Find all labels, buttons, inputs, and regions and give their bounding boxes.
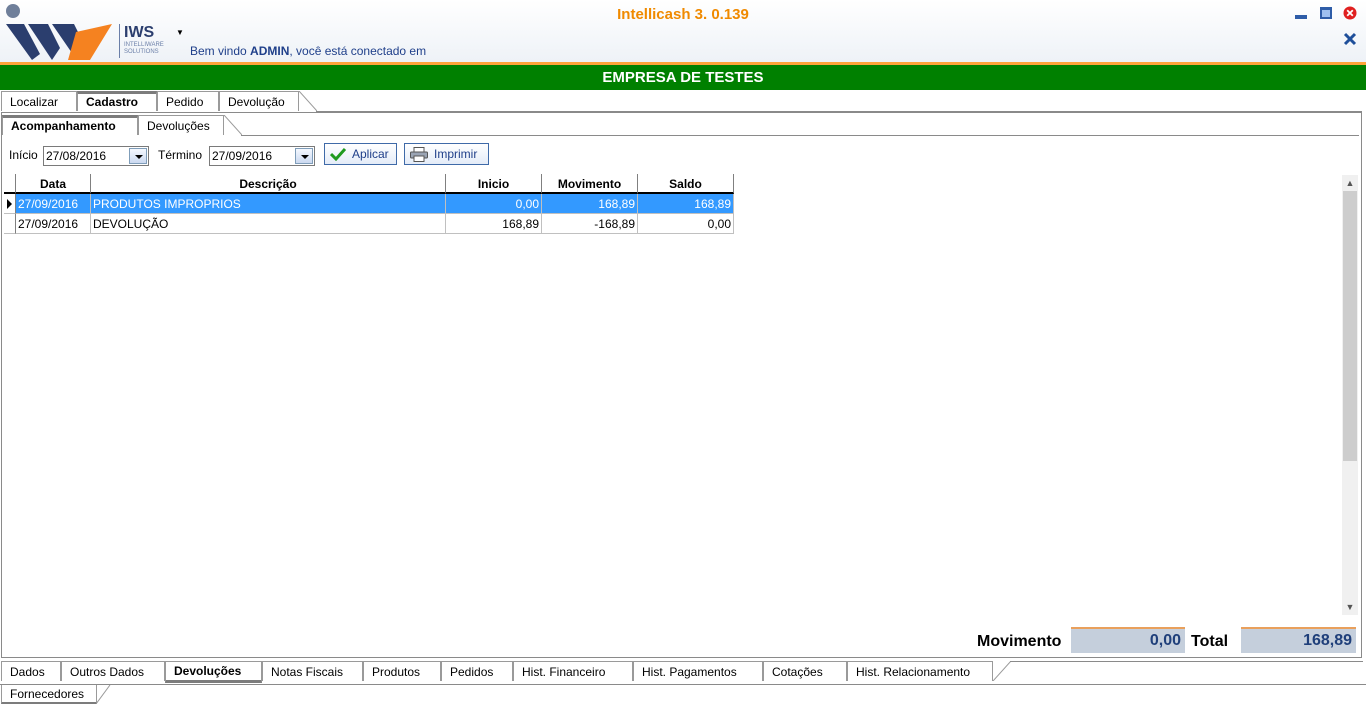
vertical-scrollbar[interactable]: ▲ ▼ <box>1342 175 1358 615</box>
cell-movimento[interactable]: -168,89 <box>542 214 638 234</box>
cell-data[interactable]: 27/09/2016 <box>16 214 91 234</box>
tab-baseline <box>1010 661 1363 662</box>
grid-header-inicio[interactable]: Inicio <box>446 174 542 194</box>
tab-localizar[interactable]: Localizar <box>1 91 77 111</box>
print-button[interactable]: Imprimir <box>404 143 489 165</box>
grid-header-indicator <box>4 174 16 194</box>
inicio-date-field[interactable]: 27/08/2016 <box>43 146 149 166</box>
chevron-down-icon[interactable]: ▼ <box>176 28 184 37</box>
tab-slant <box>224 115 242 135</box>
tab-notas-fiscais[interactable]: Notas Fiscais <box>262 661 363 681</box>
tab-devolucoes[interactable]: Devoluções <box>165 661 262 683</box>
tab-slant <box>993 661 1011 681</box>
inicio-label: Início <box>9 148 38 162</box>
termino-date-field[interactable]: 27/09/2016 <box>209 146 315 166</box>
welcome-prefix: Bem vindo <box>190 44 251 58</box>
grid-header-movimento[interactable]: Movimento <box>542 174 638 194</box>
cell-data[interactable]: 27/09/2016 <box>16 194 91 214</box>
tab-slant <box>299 91 317 111</box>
table-row[interactable]: 27/09/2016 PRODUTOS IMPROPRIOS 0,00 168,… <box>4 194 734 214</box>
tab-outros-dados[interactable]: Outros Dados <box>61 661 165 681</box>
inicio-date-value: 27/08/2016 <box>46 149 107 163</box>
tab-hist-relacionamento[interactable]: Hist. Relacionamento <box>847 661 993 681</box>
tab-dados[interactable]: Dados <box>1 661 61 681</box>
cell-descricao[interactable]: PRODUTOS IMPROPRIOS <box>91 194 446 214</box>
print-button-label: Imprimir <box>434 147 478 161</box>
tab-hist-pagamentos[interactable]: Hist. Pagamentos <box>633 661 763 681</box>
termino-label: Término <box>158 148 203 162</box>
tab-fornecedores[interactable]: Fornecedores <box>1 685 97 704</box>
close-circle-icon[interactable] <box>1343 6 1357 20</box>
cell-inicio[interactable]: 0,00 <box>446 194 542 214</box>
grid-header-data[interactable]: Data <box>16 174 91 194</box>
table-row[interactable]: 27/09/2016 DEVOLUÇÃO 168,89 -168,89 0,00 <box>4 214 734 234</box>
logo-subtitle: INTELLIWARE SOLUTIONS <box>124 42 164 55</box>
scrollbar-thumb[interactable] <box>1343 191 1357 461</box>
maximize-icon[interactable] <box>1319 6 1333 20</box>
app-title: Intellicash 3. 0.139 <box>617 6 749 23</box>
cell-saldo[interactable]: 168,89 <box>638 194 734 214</box>
cell-saldo[interactable]: 0,00 <box>638 214 734 234</box>
tab-cadastro[interactable]: Cadastro <box>77 91 157 111</box>
apply-button[interactable]: Aplicar <box>324 143 397 165</box>
tab-devolucao[interactable]: Devolução <box>219 91 299 111</box>
bottom-tab-bar: Dados Outros Dados Devoluções Notas Fisc… <box>0 661 1366 683</box>
grid-header-saldo[interactable]: Saldo <box>638 174 734 194</box>
close-x-icon[interactable] <box>1343 32 1357 46</box>
chevron-down-icon[interactable] <box>295 148 313 164</box>
tab-hist-financeiro[interactable]: Hist. Financeiro <box>513 661 633 681</box>
row-indicator-icon <box>4 194 16 214</box>
welcome-user: ADMIN <box>250 44 290 58</box>
cell-inicio[interactable]: 168,89 <box>446 214 542 234</box>
tab-slant <box>96 685 111 704</box>
grid-header-descricao[interactable]: Descrição <box>91 174 446 194</box>
logo-separator <box>119 24 120 58</box>
app-header: IWS INTELLIWARE SOLUTIONS ▼ Bem vindo AD… <box>0 0 1366 62</box>
cell-descricao[interactable]: DEVOLUÇÃO <box>91 214 446 234</box>
sub-tab-bar: Acompanhamento Devoluções <box>2 115 1362 137</box>
check-icon <box>330 147 346 161</box>
minimize-icon[interactable] <box>1294 6 1308 20</box>
apply-button-label: Aplicar <box>352 147 389 161</box>
chevron-down-icon[interactable] <box>129 148 147 164</box>
scroll-down-icon[interactable]: ▼ <box>1345 602 1355 612</box>
total-value: 168,89 <box>1241 627 1356 653</box>
tab-baseline <box>241 135 1359 136</box>
scroll-up-icon[interactable]: ▲ <box>1345 178 1355 188</box>
movimento-total-label: Movimento <box>977 633 1062 650</box>
tab-pedido[interactable]: Pedido <box>157 91 219 111</box>
welcome-suffix: , você está conectado em <box>289 44 427 58</box>
tab-cotacoes[interactable]: Cotações <box>763 661 847 681</box>
company-bar: EMPRESA DE TESTES <box>0 65 1366 90</box>
row-indicator <box>4 214 16 234</box>
tab-devolucoes-sub[interactable]: Devoluções <box>138 115 224 135</box>
tab-pedidos[interactable]: Pedidos <box>441 661 513 681</box>
cell-movimento[interactable]: 168,89 <box>542 194 638 214</box>
termino-date-value: 27/09/2016 <box>212 149 273 163</box>
main-tab-bar: Localizar Cadastro Pedido Devolução <box>0 91 1366 113</box>
movimento-total-value: 0,00 <box>1071 627 1185 653</box>
welcome-message: Bem vindo ADMIN, você está conectado em <box>190 44 426 58</box>
logo-text: IWS <box>124 24 155 41</box>
printer-icon <box>410 147 428 162</box>
tab-produtos[interactable]: Produtos <box>363 661 441 681</box>
total-label: Total <box>1191 633 1229 650</box>
tab-acompanhamento[interactable]: Acompanhamento <box>2 115 138 135</box>
